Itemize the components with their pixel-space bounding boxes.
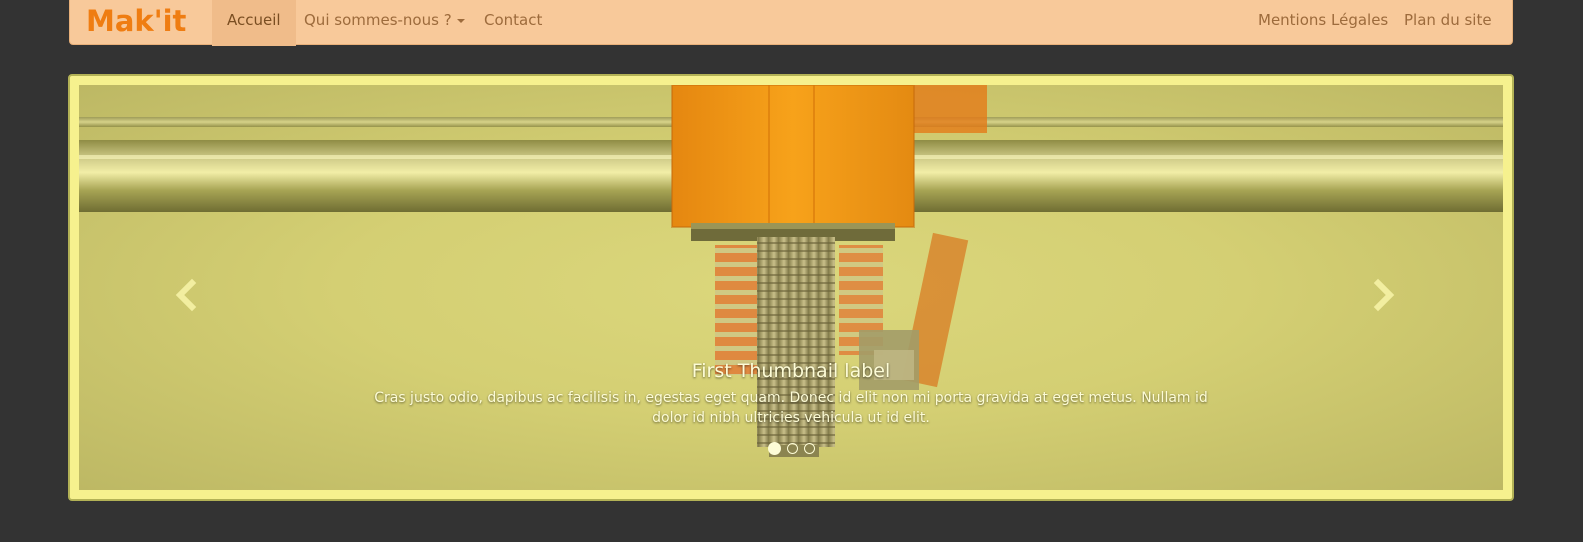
nav-item-label: Contact bbox=[484, 11, 543, 29]
carousel-prev-button[interactable] bbox=[167, 275, 207, 315]
caption-text: Cras justo odio, dapibus ac facilisis in… bbox=[374, 390, 1208, 426]
nav-item-label: Qui sommes-nous ? bbox=[304, 11, 452, 29]
chevron-right-icon bbox=[1373, 278, 1395, 312]
nav-item-label: Mentions Légales bbox=[1258, 11, 1389, 29]
nav-item-label: Plan du site bbox=[1404, 11, 1492, 29]
carousel-next-button[interactable] bbox=[1363, 275, 1403, 315]
caption-title: First Thumbnail label bbox=[691, 360, 891, 382]
printer-hotend-photo bbox=[79, 85, 1503, 457]
carousel-indicators bbox=[79, 442, 1503, 455]
carousel: First Thumbnail label Cras justo odio, d… bbox=[68, 74, 1514, 501]
nav-item-label: Accueil bbox=[227, 11, 281, 29]
nav-item-accueil[interactable]: Accueil bbox=[212, 0, 296, 46]
nav-item-plan-du-site[interactable]: Plan du site bbox=[1389, 0, 1507, 46]
nav-item-qui-sommes-nous[interactable]: Qui sommes-nous ? bbox=[289, 0, 480, 46]
nav-item-mentions-legales[interactable]: Mentions Légales bbox=[1243, 0, 1403, 46]
brand-logo[interactable]: Mak'it bbox=[86, 0, 186, 43]
navbar: Mak'it Accueil Qui sommes-nous ? Contact… bbox=[69, 0, 1513, 46]
carousel-indicator-2[interactable] bbox=[786, 443, 798, 454]
chevron-left-icon bbox=[175, 278, 197, 312]
carousel-indicator-1[interactable] bbox=[767, 442, 781, 455]
caret-down-icon bbox=[456, 18, 465, 23]
carousel-indicator-3[interactable] bbox=[803, 443, 815, 454]
carousel-slide-image: First Thumbnail label Cras justo odio, d… bbox=[79, 85, 1503, 490]
carousel-caption: First Thumbnail label Cras justo odio, d… bbox=[79, 360, 1503, 428]
nav-item-contact[interactable]: Contact bbox=[469, 0, 557, 46]
